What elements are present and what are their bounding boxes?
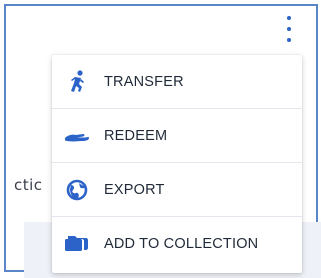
menu-item-transfer[interactable]: TRANSFER xyxy=(52,55,302,109)
menu-item-label: ADD TO COLLECTION xyxy=(104,236,259,252)
menu-item-add-to-collection[interactable]: ADD TO COLLECTION xyxy=(52,217,302,271)
menu-item-label: REDEEM xyxy=(104,127,168,144)
menu-item-export[interactable]: EXPORT xyxy=(52,163,302,217)
folder-icon xyxy=(64,232,90,256)
more-options-menu: TRANSFER REDEEM EXPORT ADD TO COLLECTION xyxy=(52,55,302,273)
hand-icon xyxy=(64,124,90,148)
menu-item-label: TRANSFER xyxy=(104,73,184,90)
menu-item-label: EXPORT xyxy=(104,181,165,198)
runner-icon xyxy=(64,69,90,94)
kebab-dot xyxy=(287,16,291,20)
kebab-dot xyxy=(287,27,291,31)
kebab-dot xyxy=(287,38,291,42)
menu-item-redeem[interactable]: REDEEM xyxy=(52,109,302,163)
more-options-button[interactable] xyxy=(285,16,293,42)
background-text: ctic xyxy=(14,176,43,194)
globe-icon xyxy=(64,178,90,202)
